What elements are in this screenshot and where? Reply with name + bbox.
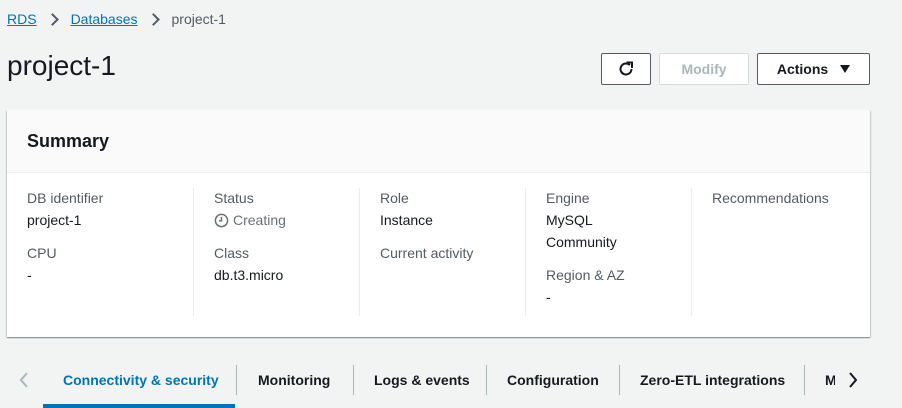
refresh-button[interactable] bbox=[601, 53, 651, 85]
tab-bar: Connectivity & security Monitoring Logs … bbox=[0, 360, 902, 408]
tab-zero-etl-integrations[interactable]: Zero-ETL integrations bbox=[640, 365, 785, 395]
chevron-right-icon bbox=[146, 12, 160, 26]
summary-column-status: Status Creating Class db.t3.micro bbox=[193, 188, 359, 316]
region-az-value: - bbox=[546, 289, 551, 305]
tab-monitoring[interactable]: Monitoring bbox=[258, 365, 330, 395]
engine-value: MySQL Community bbox=[546, 212, 617, 250]
page-title: project-1 bbox=[7, 50, 116, 81]
breadcrumb: RDS Databases project-1 bbox=[7, 9, 226, 29]
actions-button[interactable]: Actions bbox=[757, 53, 870, 85]
tab-configuration[interactable]: Configuration bbox=[507, 365, 599, 395]
tab-connectivity-security[interactable]: Connectivity & security bbox=[63, 365, 219, 395]
tab-divider bbox=[236, 365, 237, 395]
tab-divider bbox=[353, 365, 354, 395]
class-value: db.t3.micro bbox=[214, 267, 284, 283]
caret-down-icon bbox=[840, 65, 851, 73]
tab-divider bbox=[619, 365, 620, 395]
role-label: Role bbox=[380, 190, 409, 206]
summary-column-identifier: DB identifier project-1 CPU - bbox=[7, 188, 193, 316]
region-az-label: Region & AZ bbox=[546, 267, 625, 283]
engine-label: Engine bbox=[546, 190, 590, 206]
tab-divider bbox=[486, 365, 487, 395]
recommendations-label: Recommendations bbox=[712, 190, 829, 206]
chevron-right-icon bbox=[849, 372, 858, 388]
status-value: Creating bbox=[214, 209, 351, 231]
chevron-right-icon bbox=[45, 12, 59, 26]
clock-icon bbox=[214, 213, 229, 227]
breadcrumb-current: project-1 bbox=[171, 11, 226, 27]
refresh-icon bbox=[619, 61, 633, 76]
modify-button[interactable]: Modify bbox=[659, 53, 749, 85]
tab-clipped-wrapper: M bbox=[825, 365, 835, 395]
actions-label: Actions bbox=[776, 61, 829, 77]
role-value: Instance bbox=[380, 212, 433, 228]
cpu-value: - bbox=[27, 267, 32, 283]
current-activity-label: Current activity bbox=[380, 245, 474, 261]
db-identifier-label: DB identifier bbox=[27, 190, 104, 206]
summary-column-role: Role Instance Current activity bbox=[359, 188, 525, 316]
active-tab-indicator bbox=[43, 404, 235, 408]
status-label: Status bbox=[214, 190, 254, 206]
tab-divider bbox=[804, 365, 805, 395]
summary-body: DB identifier project-1 CPU - Status Cre… bbox=[7, 173, 870, 336]
summary-column-engine: Engine MySQL Community Region & AZ - bbox=[525, 188, 691, 316]
summary-header: Summary bbox=[7, 110, 870, 173]
scroll-left-button[interactable] bbox=[14, 368, 34, 392]
summary-panel: Summary DB identifier project-1 CPU - St… bbox=[7, 110, 870, 337]
db-identifier-value: project-1 bbox=[27, 212, 82, 228]
chevron-left-icon bbox=[19, 372, 28, 388]
breadcrumb-databases-link[interactable]: Databases bbox=[71, 11, 138, 27]
cpu-label: CPU bbox=[27, 245, 57, 261]
summary-title: Summary bbox=[27, 130, 110, 151]
tab-clipped[interactable]: M bbox=[825, 365, 835, 395]
status-text: Creating bbox=[233, 212, 286, 228]
tab-logs-events[interactable]: Logs & events bbox=[374, 365, 470, 395]
scroll-right-button[interactable] bbox=[843, 368, 863, 392]
class-label: Class bbox=[214, 245, 250, 261]
summary-column-recommendations: Recommendations bbox=[691, 188, 870, 316]
breadcrumb-rds-link[interactable]: RDS bbox=[7, 11, 37, 27]
